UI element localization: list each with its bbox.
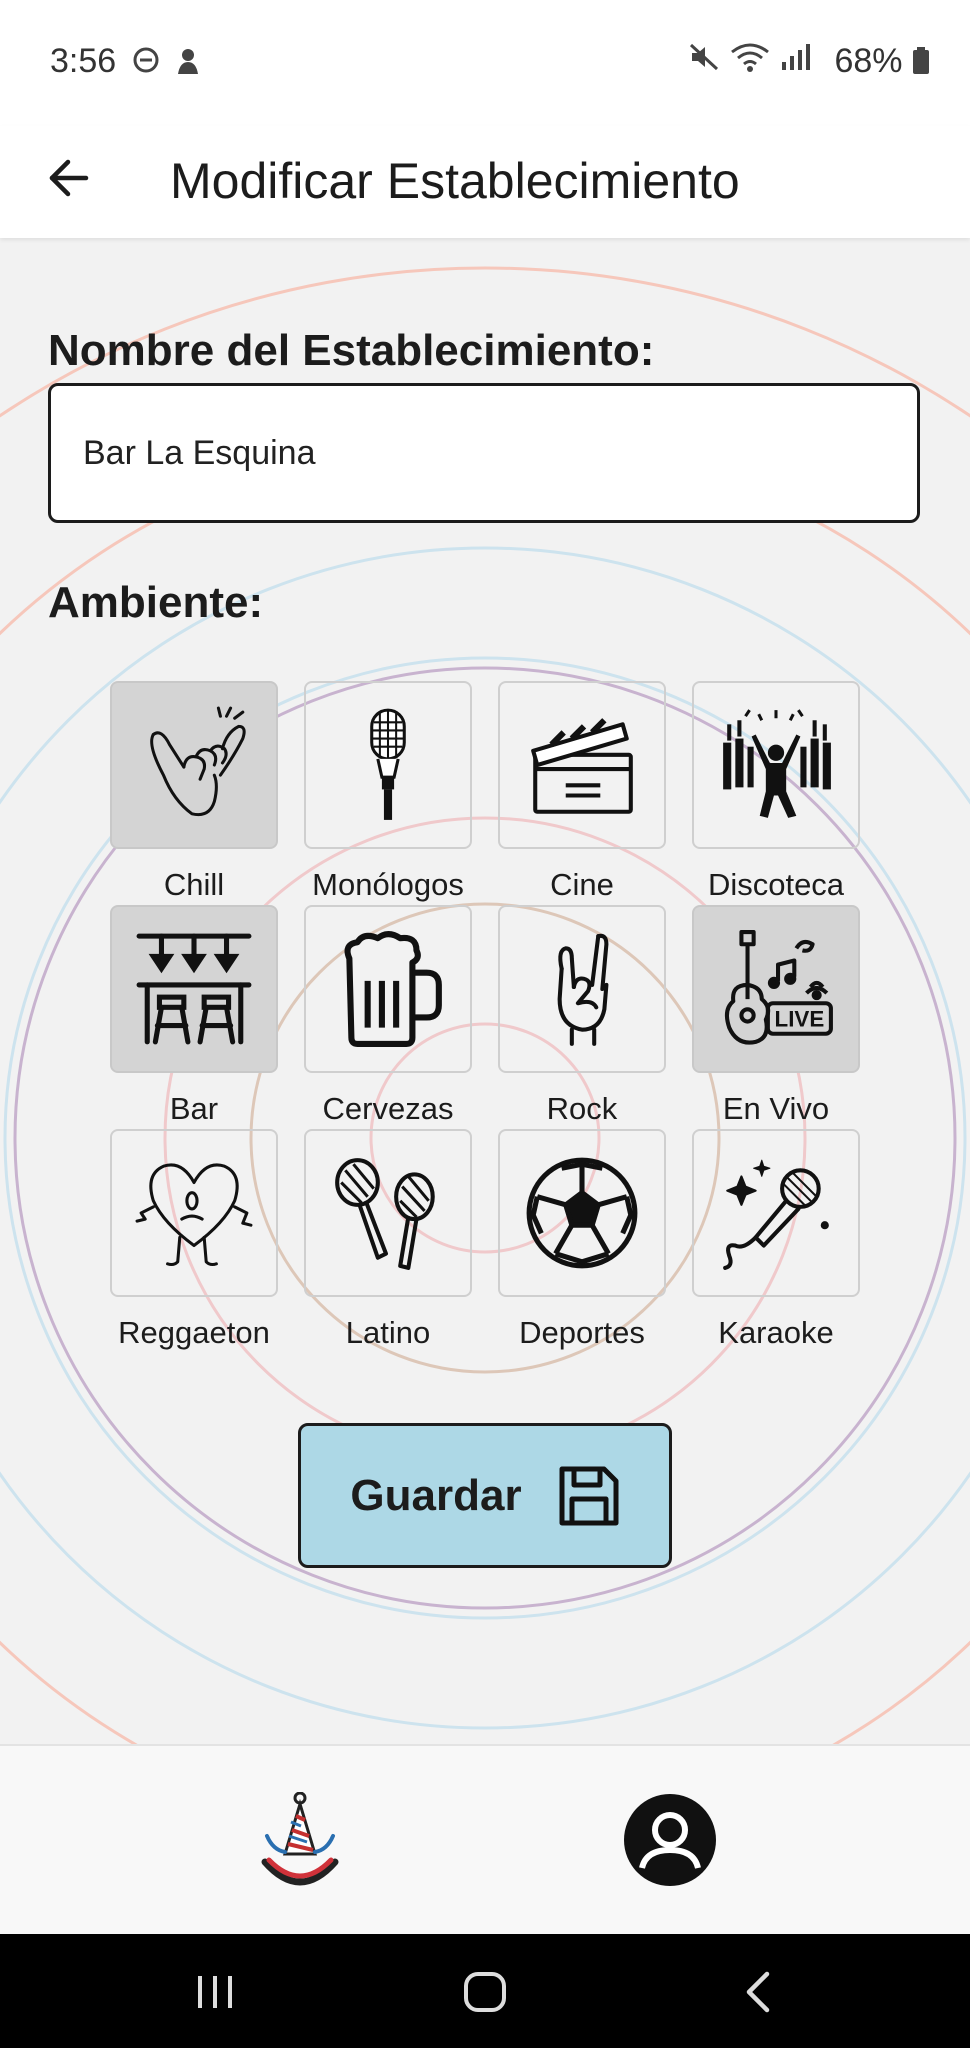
name-label: Nombre del Establecimiento: — [48, 326, 655, 375]
ambiente-latino-box[interactable] — [304, 1129, 472, 1297]
clapperboard-icon — [531, 718, 633, 814]
ambiente-reggaeton[interactable]: Reggaeton — [110, 1129, 278, 1350]
ambiente-latino[interactable]: Latino — [304, 1129, 472, 1350]
battery-icon — [913, 47, 929, 74]
wifi-icon — [731, 43, 769, 72]
ambiente-cine[interactable]: Cine — [498, 681, 666, 902]
shaka-hand-icon — [150, 706, 246, 817]
rock-hand-icon — [557, 933, 609, 1046]
ambiente-monologos[interactable]: Monólogos — [304, 681, 472, 902]
chevron-left-icon — [746, 1971, 770, 2013]
ambiente-cervezas-box[interactable] — [304, 905, 472, 1073]
ambiente-discoteca-box[interactable] — [692, 681, 860, 849]
ambiente-label-text: Cervezas — [322, 1091, 454, 1126]
ambiente-label-text: Discoteca — [707, 867, 845, 902]
ambiente-karaoke-box[interactable] — [692, 1129, 860, 1297]
ambiente-label-text: Rock — [546, 1091, 618, 1126]
recent-apps-icon — [198, 1976, 232, 2008]
maracas-icon — [335, 1158, 435, 1270]
mute-icon — [689, 43, 719, 71]
home-icon — [464, 1972, 506, 2012]
bar-counter-icon — [136, 933, 252, 1045]
bottom-navigation — [0, 1744, 970, 1934]
signal-icon — [782, 44, 810, 70]
ambiente-chill-box[interactable] — [110, 681, 278, 849]
ambiente-cervezas[interactable]: Cervezas — [304, 905, 472, 1126]
ambiente-grid: Chill Monólogos Cine Discoteca Bar Cerve… — [110, 681, 860, 1350]
ambiente-label-text: Reggaeton — [118, 1315, 270, 1350]
live-guitar-icon: LIVE — [724, 930, 833, 1045]
back-button[interactable] — [36, 146, 100, 210]
ambiente-deportes-box[interactable] — [498, 1129, 666, 1297]
floppy-disk-icon — [559, 1466, 619, 1525]
system-back-button[interactable] — [728, 1964, 788, 2020]
ambiente-label-text: Karaoke — [718, 1315, 834, 1350]
arrow-left-icon — [49, 159, 89, 197]
sad-heart-icon — [135, 1163, 253, 1267]
ambiente-rock-box[interactable] — [498, 905, 666, 1073]
ambiente-en-vivo[interactable]: LIVE En Vivo — [692, 905, 860, 1126]
notification-app-icon — [178, 49, 198, 74]
main-content: Nombre del Establecimiento: Ambiente: Ch… — [0, 238, 970, 1744]
ambiente-monologos-box[interactable] — [304, 681, 472, 849]
karaoke-mic-icon — [723, 1159, 829, 1270]
ambiente-cine-box[interactable] — [498, 681, 666, 849]
svg-text:LIVE: LIVE — [775, 1007, 825, 1032]
status-left-icons — [132, 46, 202, 76]
microphone-icon — [370, 708, 406, 820]
ambiente-bar-box[interactable] — [110, 905, 278, 1073]
ambiente-label-text: En Vivo — [722, 1091, 830, 1126]
ambiente-label-text: Monólogos — [312, 867, 464, 902]
save-button-label: Guardar — [350, 1470, 522, 1520]
ambiente-chill[interactable]: Chill — [110, 681, 278, 902]
establishment-name-input[interactable] — [48, 383, 920, 523]
system-navigation-bar — [0, 1934, 970, 2048]
ambiente-karaoke[interactable]: Karaoke — [692, 1129, 860, 1350]
status-right-icons — [688, 42, 810, 72]
home-button[interactable] — [455, 1964, 515, 2020]
ambiente-bar[interactable]: Bar — [110, 905, 278, 1126]
do-not-disturb-icon — [133, 47, 159, 73]
ambiente-reggaeton-box[interactable] — [110, 1129, 278, 1297]
ambiente-label-text: Chill — [163, 867, 225, 902]
app-bar: Modificar Establecimiento — [0, 126, 970, 238]
recent-apps-button[interactable] — [185, 1964, 245, 2020]
ambiente-label-text: Bar — [169, 1091, 219, 1126]
status-time: 3:56 — [50, 42, 117, 80]
ambiente-rock[interactable]: Rock — [498, 905, 666, 1126]
beer-mug-icon — [344, 931, 442, 1047]
nav-home-button[interactable] — [255, 1791, 345, 1892]
status-bar: 3:56 68% — [0, 0, 970, 126]
save-button[interactable]: Guardar — [298, 1423, 672, 1568]
nav-profile-button[interactable] — [622, 1792, 718, 1888]
page-title: Modificar Establecimiento — [170, 153, 740, 209]
ambiente-deportes[interactable]: Deportes — [498, 1129, 666, 1350]
ambiente-en-vivo-box[interactable]: LIVE — [692, 905, 860, 1073]
ambiente-discoteca[interactable]: Discoteca — [692, 681, 860, 902]
ambiente-label-text: Cine — [550, 867, 614, 902]
ambiente-label-text: Latino — [345, 1315, 431, 1350]
crowd-dancing-icon — [723, 709, 831, 818]
ambiente-label: Ambiente: — [48, 578, 264, 627]
soccer-ball-icon — [526, 1157, 638, 1269]
user-profile-icon — [624, 1794, 716, 1886]
party-hat-logo-icon — [261, 1791, 339, 1886]
ambiente-label-text: Deportes — [519, 1315, 645, 1350]
battery-level: 68% — [834, 42, 930, 81]
